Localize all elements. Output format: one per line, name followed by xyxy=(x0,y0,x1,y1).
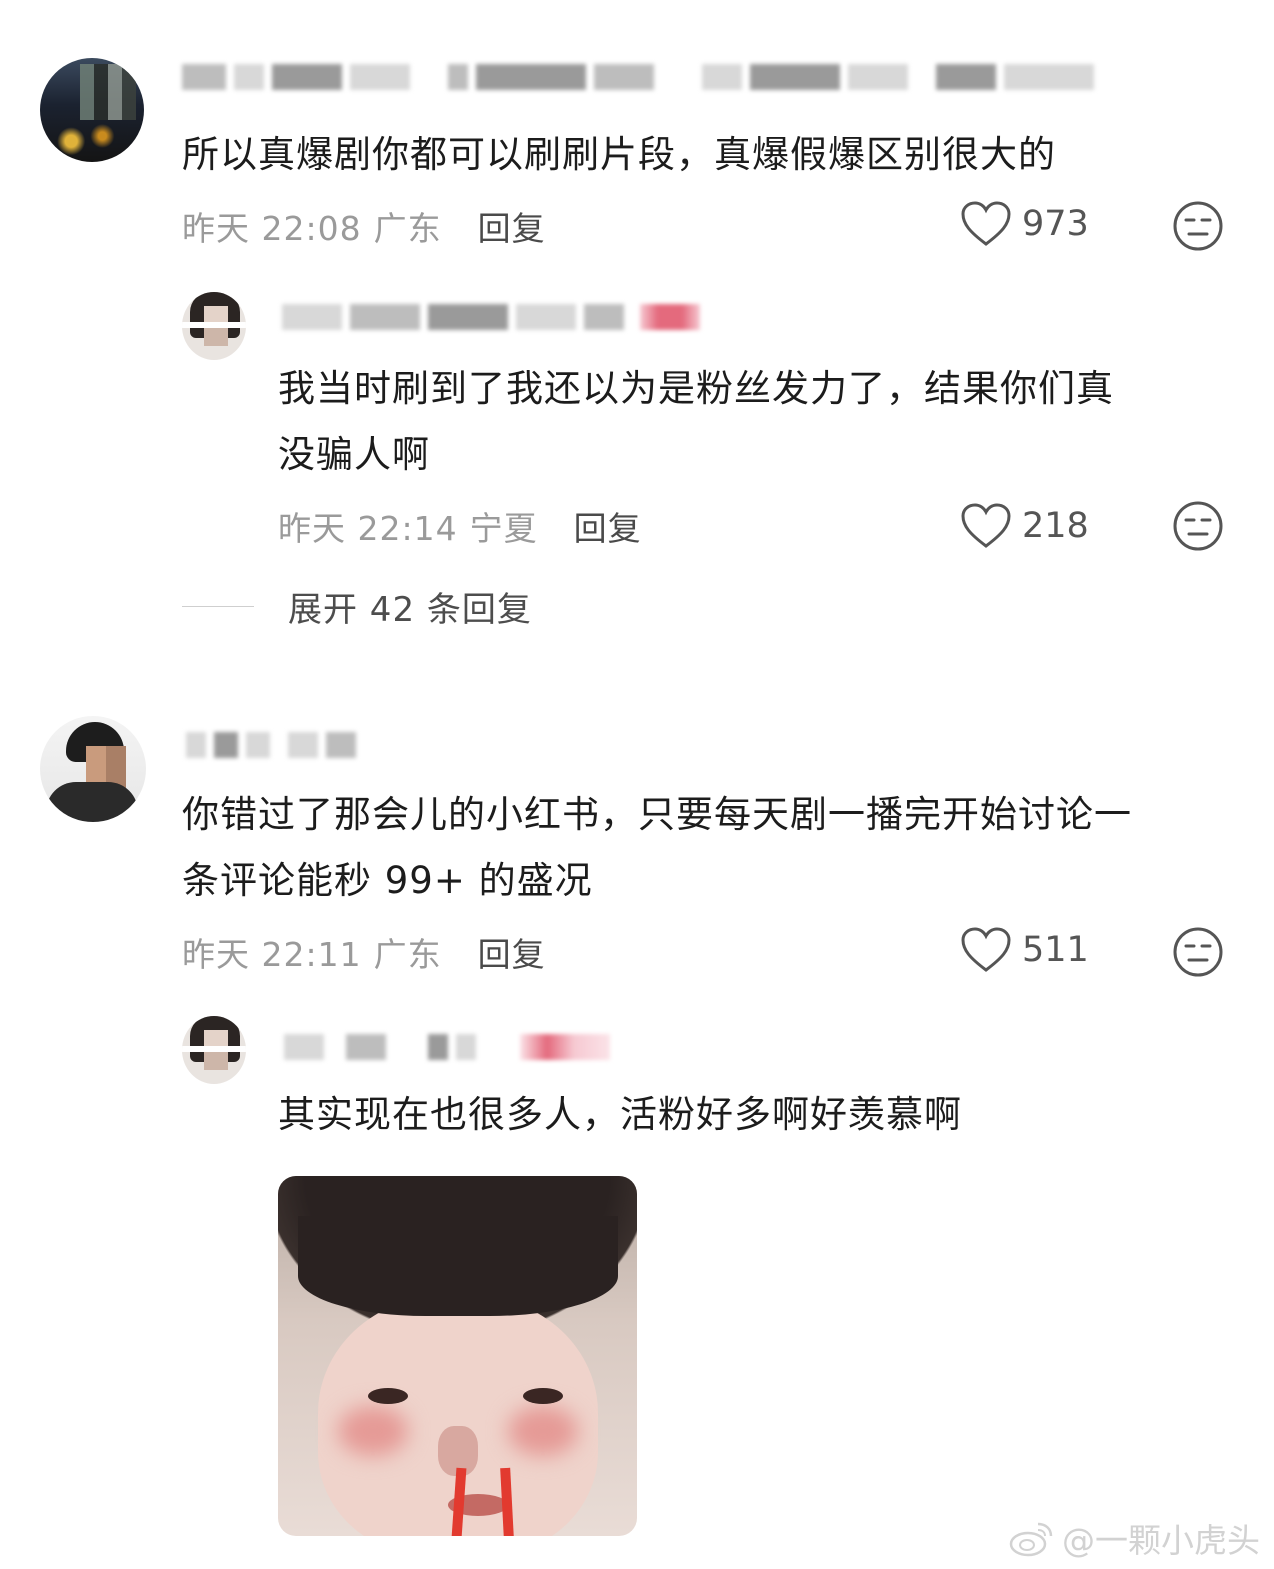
neutral-face-icon[interactable] xyxy=(1172,200,1224,252)
reply-text-line: 没骗人啊 xyxy=(278,433,430,476)
reply-text-line: 我当时刷到了我还以为是粉丝发力了，结果你们真 xyxy=(278,367,1114,410)
expand-replies[interactable]: 展开 42 条回复 xyxy=(182,582,532,631)
expand-replies-label[interactable]: 展开 42 条回复 xyxy=(288,582,532,631)
reply-location: 宁夏 xyxy=(469,509,538,548)
reply-username-blurred[interactable] xyxy=(284,1030,610,1064)
reply-image-meme[interactable] xyxy=(278,1176,637,1536)
reply-avatar[interactable] xyxy=(182,292,246,360)
comment-text-line: 你错过了那会儿的小红书，只要每天剧一播完开始讨论一 xyxy=(182,793,1132,836)
heart-outline-icon xyxy=(961,201,1011,246)
like-count: 973 xyxy=(1022,204,1089,244)
reply-avatar[interactable] xyxy=(182,1016,246,1084)
weibo-logo-icon xyxy=(1009,1522,1053,1557)
neutral-face-icon[interactable] xyxy=(1172,500,1224,552)
heart-outline-icon xyxy=(961,927,1011,972)
reply-text: 其实现在也很多人，活粉好多啊好羡慕啊 xyxy=(278,1093,962,1136)
divider-line xyxy=(182,606,254,607)
comment-meta: 昨天 22:08 广东 回复 xyxy=(182,202,546,250)
commenter-username-blurred[interactable] xyxy=(182,60,1094,94)
reply-time: 昨天 22:14 xyxy=(278,509,458,548)
heart-outline-icon xyxy=(961,503,1011,548)
watermark-text: @一颗小虎头 xyxy=(1062,1521,1260,1560)
commenter-avatar[interactable] xyxy=(40,716,146,822)
like-button[interactable]: 218 xyxy=(960,502,1089,550)
comment-location: 广东 xyxy=(373,935,442,974)
reply-button[interactable]: 回复 xyxy=(478,928,546,976)
like-count: 218 xyxy=(1022,506,1089,546)
reply-username-blurred[interactable] xyxy=(282,300,700,334)
reply-meta: 昨天 22:14 宁夏 回复 xyxy=(278,502,642,550)
comment-time: 昨天 22:08 xyxy=(182,209,362,248)
comment-text: 所以真爆剧你都可以刷刷片段，真爆假爆区别很大的 xyxy=(182,133,1056,176)
comment-text-line: 条评论能秒 99+ 的盛况 xyxy=(182,859,593,902)
comment-meta: 昨天 22:11 广东 回复 xyxy=(182,928,546,976)
commenter-username-blurred[interactable] xyxy=(186,728,356,762)
comment-location: 广东 xyxy=(373,209,442,248)
comment-time: 昨天 22:11 xyxy=(182,935,362,974)
reply-button[interactable]: 回复 xyxy=(574,502,642,550)
like-button[interactable]: 973 xyxy=(960,200,1089,248)
like-count: 511 xyxy=(1022,930,1089,970)
reply-button[interactable]: 回复 xyxy=(478,202,546,250)
neutral-face-icon[interactable] xyxy=(1172,926,1224,978)
watermark: @一颗小虎头 xyxy=(1008,1514,1260,1562)
like-button[interactable]: 511 xyxy=(960,926,1089,974)
commenter-avatar[interactable] xyxy=(40,58,144,162)
